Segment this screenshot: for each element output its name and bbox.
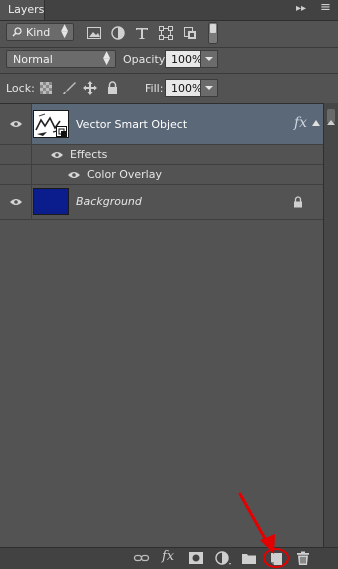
visibility-cell [0, 145, 32, 164]
layer-row-background[interactable]: Background [0, 185, 323, 220]
layer-thumbnail [33, 188, 69, 215]
fill-label: Fill: [145, 82, 164, 95]
divider [0, 73, 338, 74]
pixel-filter-icon[interactable] [87, 26, 101, 40]
link-layers-icon[interactable] [133, 550, 151, 566]
smart-object-filter-icon[interactable] [183, 26, 197, 40]
panel-menu-icon[interactable]: ≡ [320, 1, 331, 14]
eye-icon[interactable] [68, 171, 80, 179]
chevron-down-icon [205, 57, 213, 61]
fill-dropdown-button[interactable] [200, 79, 218, 97]
scroll-up-arrow-icon[interactable] [327, 120, 335, 125]
layer-row-vector-smart-object[interactable]: Vector Smart Object fx [0, 104, 323, 145]
collapse-panel-icon[interactable]: ▸▸ [296, 3, 306, 15]
kind-filter-dropdown[interactable]: Kind ▲ ▼ [6, 23, 74, 41]
annotation-arrow-and-circle [238, 492, 289, 568]
effect-item-label: Color Overlay [87, 168, 162, 181]
adjustment-filter-icon[interactable] [111, 26, 125, 40]
visibility-cell[interactable] [0, 185, 32, 219]
lock-icon [294, 196, 302, 208]
add-layer-style-icon[interactable]: fx [162, 549, 174, 564]
type-filter-icon[interactable] [135, 26, 149, 40]
visibility-cell [0, 165, 32, 184]
smart-object-badge-icon [56, 126, 67, 137]
effects-label: Effects [70, 148, 108, 161]
color-overlay-row[interactable]: Color Overlay [0, 165, 323, 185]
filter-toggle-icon[interactable] [208, 22, 218, 44]
visibility-cell[interactable] [0, 104, 32, 144]
eye-icon[interactable] [10, 198, 22, 206]
search-icon [12, 27, 22, 37]
lock-all-icon[interactable] [107, 81, 118, 94]
divider [0, 47, 338, 48]
fill-value: 100% [171, 82, 203, 95]
lock-transparent-pixels-icon[interactable] [40, 82, 52, 94]
opacity-value: 100% [171, 53, 203, 66]
opacity-label: Opacity: [123, 53, 169, 66]
eye-icon[interactable] [10, 120, 22, 128]
panel-header: Layers ▸▸ ≡ [0, 0, 338, 21]
lock-label: Lock: [6, 82, 35, 95]
tab-layers-label: Layers [8, 3, 45, 16]
layer-effects-badge-icon[interactable]: fx [294, 115, 307, 131]
updown-arrows-icon: ▲ ▼ [103, 50, 110, 67]
layers-list: Vector Smart Object fx Effects Color Ove… [0, 103, 323, 548]
blend-mode-value: Normal [13, 53, 53, 66]
opacity-dropdown-button[interactable] [200, 50, 218, 68]
blend-mode-dropdown[interactable]: Normal ▲ ▼ [6, 50, 116, 68]
fill-input[interactable]: 100% [165, 79, 203, 97]
layers-scrollbar[interactable] [323, 103, 338, 547]
layers-panel: Layers ▸▸ ≡ Kind ▲ ▼ Normal ▲ ▼ Opacity:… [0, 0, 338, 569]
kind-filter-label: Kind [26, 26, 51, 39]
expand-effects-toggle-icon[interactable] [312, 120, 320, 126]
effects-row[interactable]: Effects [0, 145, 323, 165]
shape-filter-icon[interactable] [159, 26, 173, 40]
updown-arrows-icon: ▲ ▼ [61, 23, 68, 40]
opacity-input[interactable]: 100% [165, 50, 203, 68]
lock-position-icon[interactable] [83, 81, 97, 95]
tab-layers[interactable]: Layers [0, 0, 45, 20]
layer-name[interactable]: Vector Smart Object [76, 118, 187, 131]
add-layer-mask-icon[interactable] [187, 550, 205, 566]
eye-icon[interactable] [51, 151, 63, 159]
chevron-down-icon [205, 86, 213, 90]
lock-image-pixels-icon[interactable] [62, 81, 76, 95]
layer-name[interactable]: Background [76, 195, 142, 208]
